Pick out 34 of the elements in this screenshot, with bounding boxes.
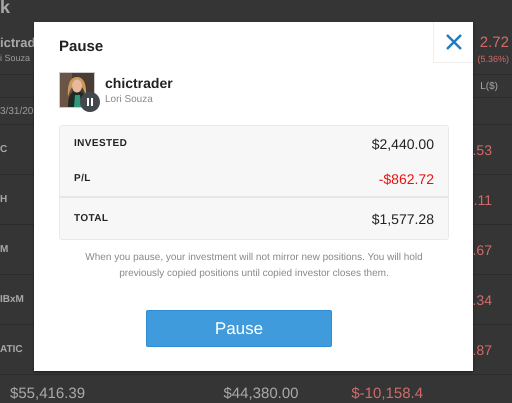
summary-label: TOTAL xyxy=(74,213,108,224)
summary-value: $2,440.00 xyxy=(372,136,434,152)
instrument-value: .67 xyxy=(472,242,493,258)
summary-label: INVESTED xyxy=(74,138,128,149)
profit-value: 2.72 xyxy=(480,34,509,51)
dialog-title: Pause xyxy=(59,38,104,57)
info-text: When you pause, your investment will not mirror new positions. You will hold previously copied positions until copied investor closes them. xyxy=(84,251,424,281)
summary-label: P/L xyxy=(74,173,91,184)
instrument-symbol: ATIC xyxy=(0,344,23,355)
trader-username: Lori Souza xyxy=(105,94,154,105)
summary-value: -$862.72 xyxy=(378,170,434,186)
date-text: 3/31/20 xyxy=(0,106,34,116)
instrument-value: .87 xyxy=(472,342,493,358)
instrument-value: .53 xyxy=(472,142,493,158)
total-value: $-10,158.4 xyxy=(350,386,424,402)
trader-username: i Souza xyxy=(0,53,32,63)
instrument-symbol: IBxM xyxy=(0,294,24,305)
pause-button[interactable]: Pause xyxy=(146,310,332,347)
profit-percent: (5.36%) xyxy=(477,54,509,64)
trader-name: ictrad xyxy=(0,35,36,50)
column-header: L($) xyxy=(480,80,498,92)
page-title: k xyxy=(0,0,10,14)
instrument-value: .34 xyxy=(472,292,493,308)
pause-icon xyxy=(80,92,100,112)
instrument-symbol: H xyxy=(0,194,8,205)
close-button[interactable] xyxy=(433,22,473,63)
total-value: $55,416.39 xyxy=(9,386,86,402)
trader-name: chictrader xyxy=(105,75,173,91)
instrument-symbol: M xyxy=(0,244,8,255)
total-value: $44,380.00 xyxy=(222,386,300,402)
instrument-value: .11 xyxy=(474,192,493,208)
summary-value: $1,577.28 xyxy=(372,210,434,226)
close-icon xyxy=(446,34,462,50)
instrument-symbol: C xyxy=(0,144,8,155)
